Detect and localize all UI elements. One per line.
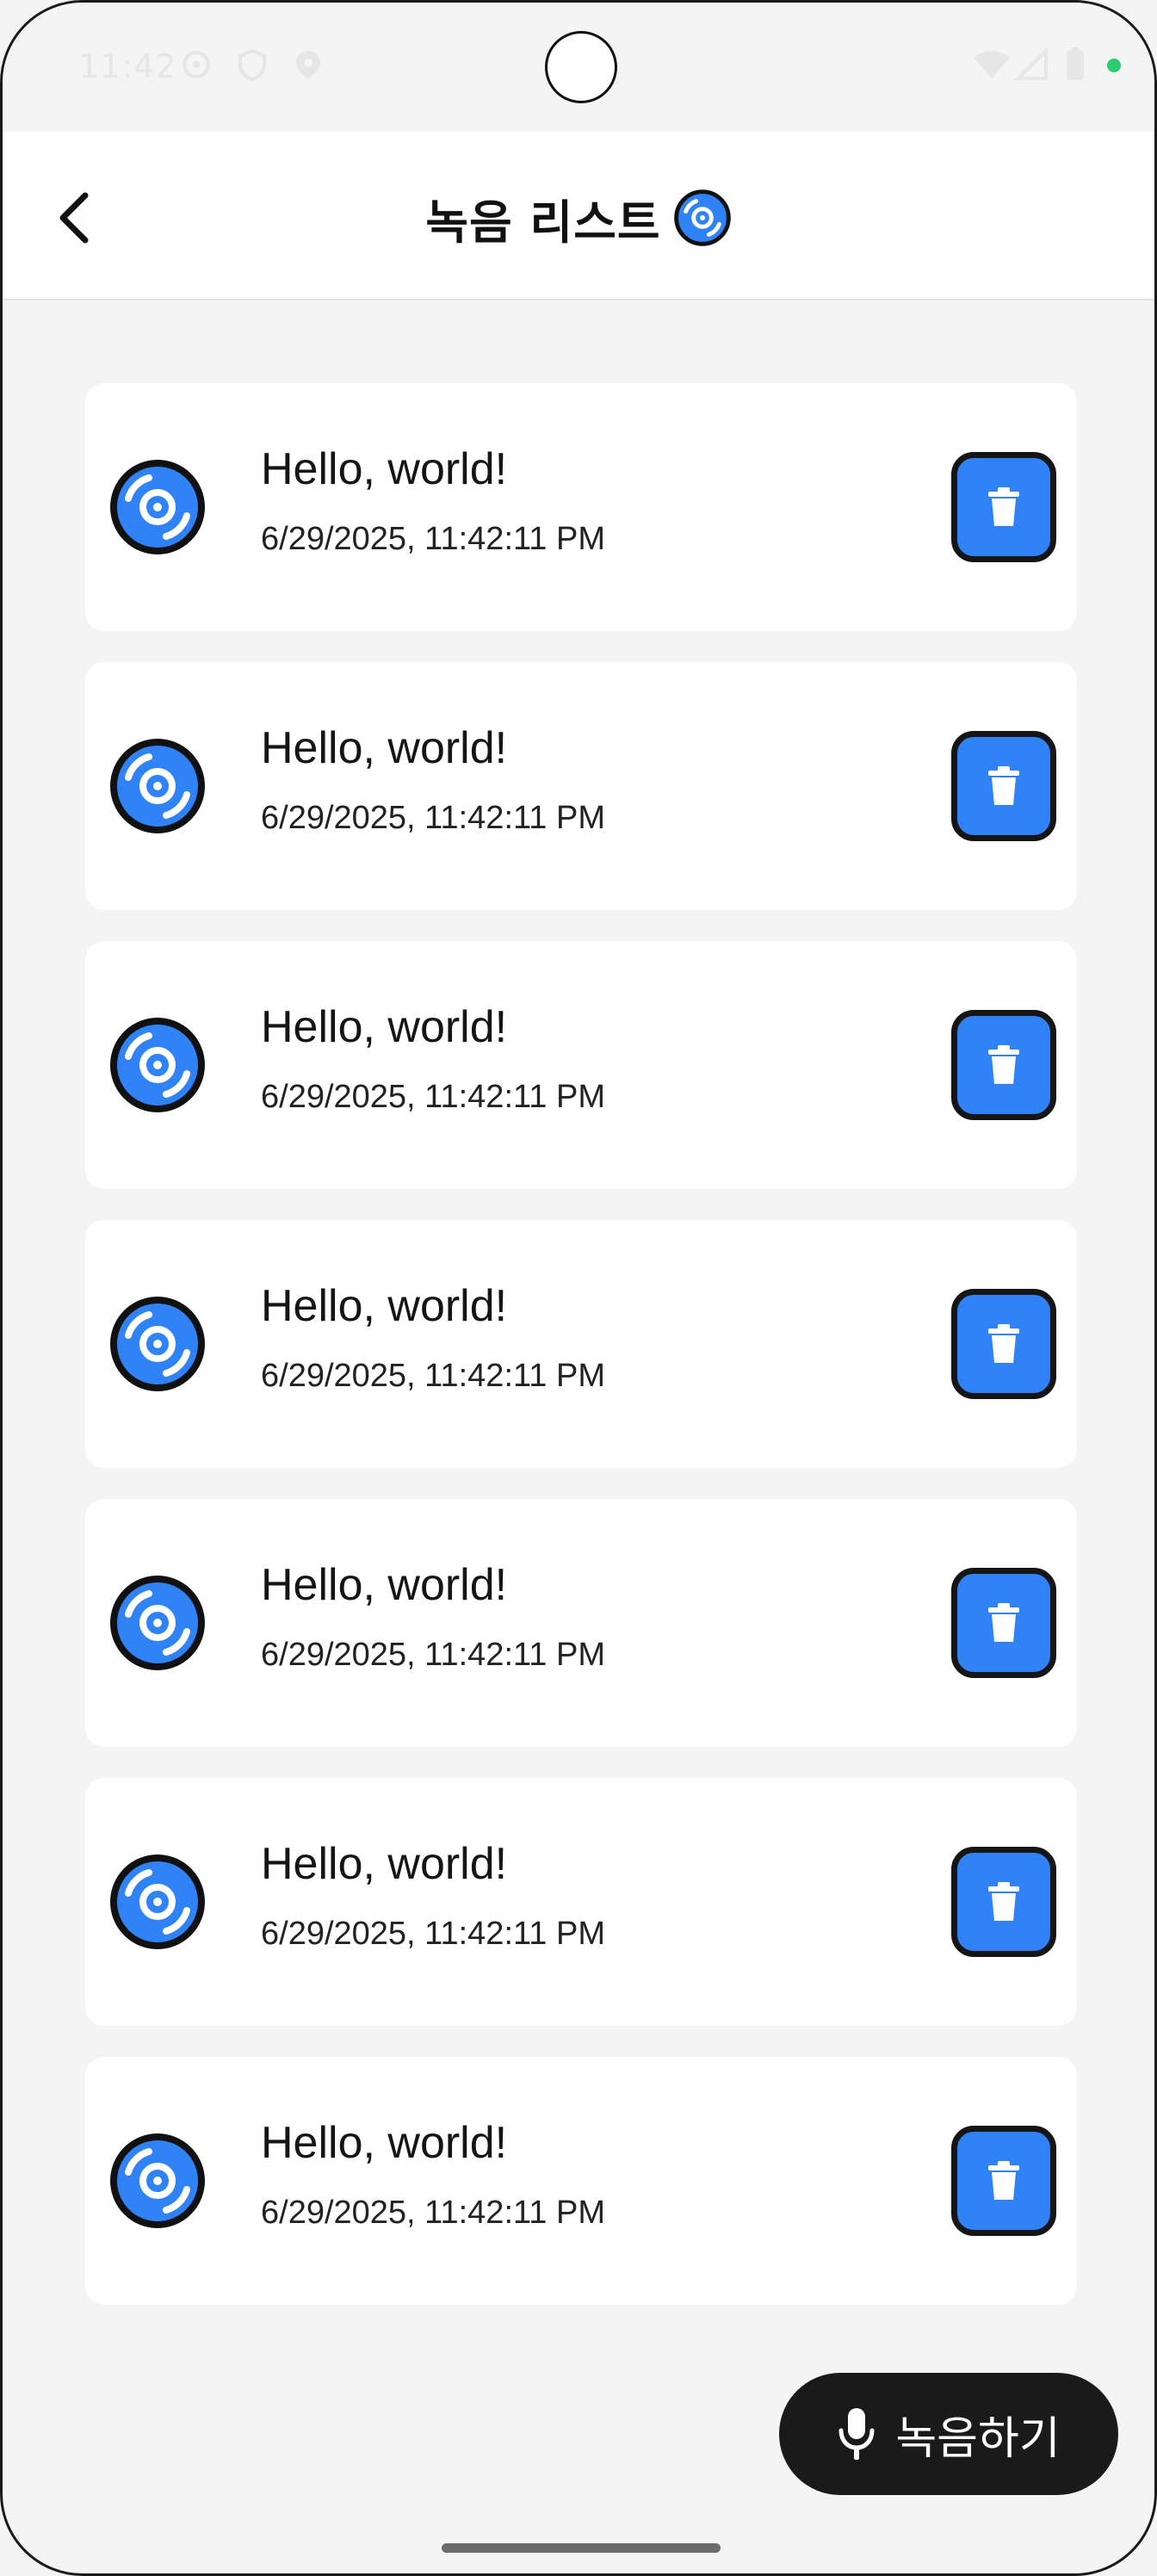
recording-title: Hello, world! [261,1281,508,1331]
record-button-label: 녹음하기 [895,2412,1061,2465]
recording-title: Hello, world! [261,444,508,494]
shield-icon [238,48,266,82]
page-title: 녹음 리스트 [425,195,661,250]
delete-button[interactable] [951,1289,1056,1399]
recording-title: Hello, world! [261,1002,508,1052]
disc-icon [110,1855,205,1949]
battery-icon [1067,47,1084,80]
delete-button[interactable] [951,731,1056,841]
recording-date: 6/29/2025, 11:42:11 PM [261,2195,606,2231]
trash-icon [988,1324,1019,1363]
recording-date: 6/29/2025, 11:42:11 PM [261,800,606,836]
trash-icon [988,766,1019,805]
front-camera [545,31,617,103]
recording-date: 6/29/2025, 11:42:11 PM [261,1358,606,1394]
recording-list: Hello, world! 6/29/2025, 11:42:11 PM Hel… [85,383,1077,2336]
recording-title: Hello, world! [261,723,508,773]
recording-date: 6/29/2025, 11:42:11 PM [261,1637,606,1673]
delete-button[interactable] [951,1568,1056,1678]
recording-title: Hello, world! [261,1560,508,1610]
recording-card[interactable]: Hello, world! 6/29/2025, 11:42:11 PM [85,1778,1077,2026]
recording-date: 6/29/2025, 11:42:11 PM [261,521,606,557]
microphone-icon [838,2408,875,2460]
delete-button[interactable] [951,452,1056,562]
record-button[interactable]: 녹음하기 [779,2373,1118,2495]
recording-card[interactable]: Hello, world! 6/29/2025, 11:42:11 PM [85,941,1077,1189]
trash-icon [988,1882,1019,1921]
recording-card[interactable]: Hello, world! 6/29/2025, 11:42:11 PM [85,1220,1077,1468]
recording-card[interactable]: Hello, world! 6/29/2025, 11:42:11 PM [85,2057,1077,2305]
sync-icon [183,51,210,78]
app-bar: 녹음 리스트 [3,132,1154,300]
delete-button[interactable] [951,1847,1056,1957]
page-title-group: 녹음 리스트 [3,183,1154,252]
disc-icon [110,2133,205,2228]
recording-card[interactable]: Hello, world! 6/29/2025, 11:42:11 PM [85,383,1077,631]
disc-icon [110,1018,205,1112]
recording-card[interactable]: Hello, world! 6/29/2025, 11:42:11 PM [85,662,1077,910]
wifi-icon [974,51,1010,78]
recording-card[interactable]: Hello, world! 6/29/2025, 11:42:11 PM [85,1499,1077,1747]
recording-title: Hello, world! [261,1839,508,1889]
disc-icon [110,1576,205,1670]
trash-icon [988,1603,1019,1642]
status-bar: 11:42 [3,3,1154,132]
trash-icon [988,1045,1019,1084]
phone-screen: 11:42 녹음 리스트 Hello, world! 6/29/2025, 11… [0,0,1157,2576]
signal-icon [1015,47,1048,80]
disc-icon [110,460,205,554]
disc-icon [110,739,205,833]
location-icon [296,51,320,79]
delete-button[interactable] [951,2126,1056,2236]
disc-icon [110,1297,205,1391]
recording-title: Hello, world! [261,2118,508,2168]
recording-date: 6/29/2025, 11:42:11 PM [261,1916,606,1952]
disc-icon [673,189,731,246]
trash-icon [988,2161,1019,2200]
delete-button[interactable] [951,1010,1056,1120]
status-dot [1107,59,1121,72]
home-indicator[interactable] [442,2543,721,2553]
status-time: 11:42 [78,47,177,85]
recording-date: 6/29/2025, 11:42:11 PM [261,1079,606,1115]
trash-icon [988,487,1019,526]
